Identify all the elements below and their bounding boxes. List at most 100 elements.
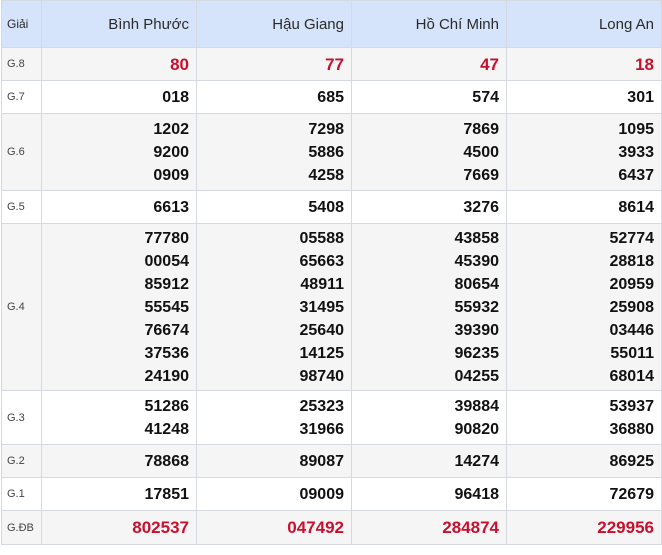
result-cell-long-an: 229956 [506,510,662,545]
result-number: 04255 [454,367,500,385]
result-number: 77 [325,54,344,74]
prize-label: G.8 [1,47,42,81]
result-cell-hau-giang: 05588 65663 48911 31495 25640 14125 98740 [196,223,352,391]
result-number: 03446 [609,321,655,339]
result-number: 80 [170,54,189,74]
result-number: 55011 [610,344,654,362]
table-row: G.7 018 685 574 301 [1,80,662,114]
result-number: 17851 [144,485,190,503]
result-number: 48911 [300,275,344,293]
table-row: G.2 78868 89087 14274 86925 [1,444,662,478]
result-number: 37536 [144,344,190,362]
result-cell-binh-phuoc: 17851 [41,477,197,511]
result-number: 52774 [609,229,655,247]
result-number: 86925 [609,452,655,470]
result-cell-long-an: 18 [506,47,662,81]
result-cell-binh-phuoc: 802537 [41,510,197,545]
prize-label: G.5 [1,190,42,224]
result-number: 1095 [618,120,654,138]
result-number: 14274 [454,452,500,470]
table-row: G.6 1202 9200 0909 7298 5886 4258 7869 4500 7669 1… [1,113,662,191]
result-number: 25640 [299,321,345,339]
result-number: 8614 [618,198,654,216]
table-row: G.5 6613 5408 3276 8614 [1,190,662,224]
result-number: 41248 [144,420,190,438]
result-number: 45390 [454,252,500,270]
result-cell-ho-chi-minh: 43858 45390 80654 55932 39390 96235 04255 [351,223,507,391]
prize-label: G.4 [1,223,42,391]
result-cell-hau-giang: 685 [196,80,352,114]
result-cell-ho-chi-minh: 7869 4500 7669 [351,113,507,191]
result-number: 90820 [454,420,500,438]
result-cell-long-an: 1095 3933 6437 [506,113,662,191]
result-number: 96418 [454,485,500,503]
result-number: 5408 [308,198,344,216]
result-number: 39390 [454,321,500,339]
result-number: 55932 [454,298,500,316]
result-number: 25908 [609,298,655,316]
table-row: G.1 17851 09009 96418 72679 [1,477,662,511]
result-cell-hau-giang: 047492 [196,510,352,545]
result-cell-binh-phuoc: 018 [41,80,197,114]
result-cell-binh-phuoc: 6613 [41,190,197,224]
result-number: 89087 [299,452,345,470]
result-number: 7669 [463,166,499,184]
result-cell-hau-giang: 7298 5886 4258 [196,113,352,191]
result-cell-hau-giang: 25323 31966 [196,390,352,445]
result-cell-long-an: 53937 36880 [506,390,662,445]
result-number: 284874 [442,518,499,537]
result-number: 96235 [454,344,500,362]
result-cell-hau-giang: 5408 [196,190,352,224]
result-cell-binh-phuoc: 51286 41248 [41,390,197,445]
result-cell-ho-chi-minh: 3276 [351,190,507,224]
table-row: G.4 77780 00054 85912 55545 76674 37536 24190 05… [1,223,662,391]
result-number: 1202 [153,120,189,138]
result-number: 3933 [618,143,654,161]
result-cell-long-an: 52774 28818 20959 25908 03446 55011 68014 [506,223,662,391]
province-header-binh-phuoc[interactable]: Bình Phước [41,0,197,48]
result-cell-ho-chi-minh: 284874 [351,510,507,545]
province-header-long-an[interactable]: Long An [506,0,662,48]
result-cell-hau-giang: 09009 [196,477,352,511]
result-number: 6437 [618,166,654,184]
result-number: 047492 [287,518,344,537]
prize-label: G.ĐB [1,510,42,545]
result-number: 09009 [299,485,345,503]
result-number: 0909 [153,166,189,184]
province-header-hau-giang[interactable]: Hậu Giang [196,0,352,48]
result-number: 7869 [463,120,499,138]
result-cell-long-an: 8614 [506,190,662,224]
result-number: 98740 [299,367,345,385]
result-number: 51286 [144,397,190,415]
result-number: 53937 [609,397,655,415]
result-number: 28818 [609,252,655,270]
result-number: 80654 [454,275,500,293]
result-cell-hau-giang: 77 [196,47,352,81]
province-header-ho-chi-minh[interactable]: Hồ Chí Minh [351,0,507,48]
table-row: G.ĐB 802537 047492 284874 229956 [1,510,662,545]
result-cell-long-an: 72679 [506,477,662,511]
result-number: 68014 [609,367,655,385]
result-number: 78868 [144,452,190,470]
result-cell-ho-chi-minh: 574 [351,80,507,114]
result-number: 685 [317,88,344,106]
table-header-row: Giải Bình Phước Hậu Giang Hồ Chí Minh Lo… [1,0,662,48]
result-number: 4500 [463,143,499,161]
prize-label: G.6 [1,113,42,191]
result-number: 229956 [597,518,654,537]
result-number: 574 [472,88,499,106]
result-number: 4258 [308,166,344,184]
result-number: 36880 [609,420,655,438]
result-number: 802537 [132,518,189,537]
result-cell-long-an: 86925 [506,444,662,478]
result-number: 72679 [609,485,655,503]
result-number: 301 [627,88,654,106]
result-cell-long-an: 301 [506,80,662,114]
result-number: 018 [162,88,189,106]
prize-label: G.2 [1,444,42,478]
result-number: 76674 [144,321,190,339]
prize-label: G.1 [1,477,42,511]
prize-label: G.7 [1,80,42,114]
result-number: 31495 [299,298,345,316]
result-number: 5886 [308,143,344,161]
